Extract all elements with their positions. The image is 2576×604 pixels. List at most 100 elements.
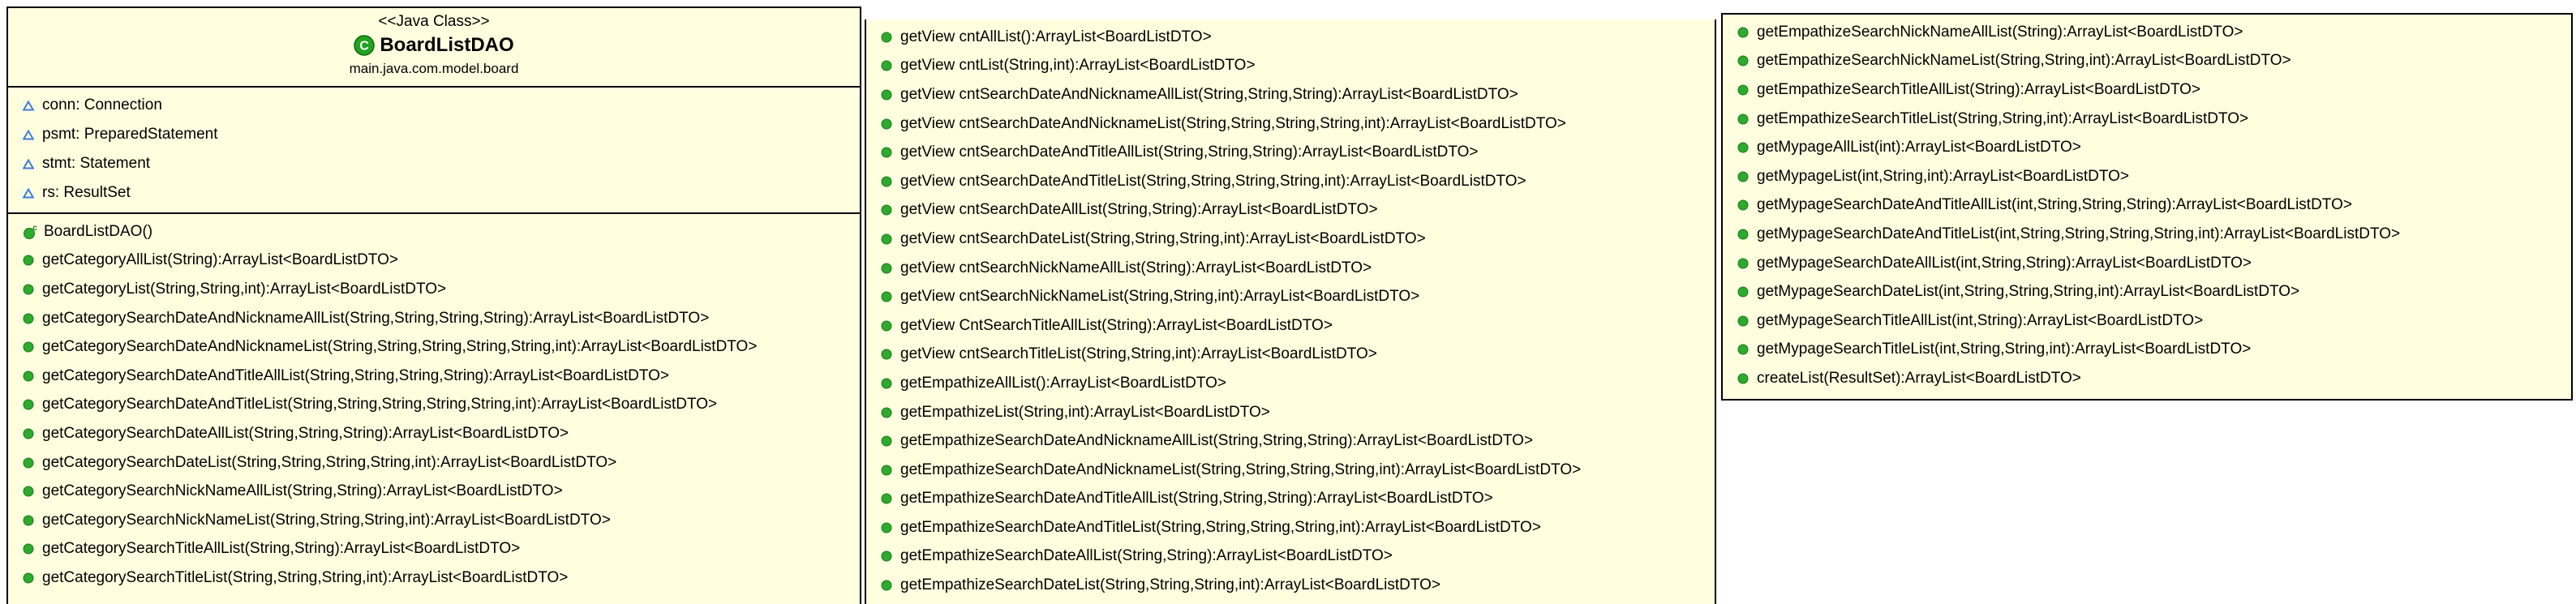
- method-row: getEmpathizeSearchDateAndNicknameAllList…: [866, 426, 1715, 456]
- method-row: getMypageSearchDateAndTitleAllList(int,S…: [1723, 191, 2571, 221]
- method-signature: getEmpathizeList(String,int):ArrayList<B…: [900, 403, 1270, 421]
- method-signature: getMypageList(int,String,int):ArrayList<…: [1757, 167, 2130, 185]
- method-row: getMypageSearchDateAllList(int,String,St…: [1723, 249, 2571, 278]
- method-icon: [1737, 114, 1749, 125]
- method-signature: getView cntSearchDateAndTitleList(String…: [900, 172, 1526, 190]
- method-icon: [1737, 142, 1749, 153]
- method-signature: getView cntAllList():ArrayList<BoardList…: [900, 28, 1212, 45]
- method-row: createList(ResultSet):ArrayList<BoardLis…: [1723, 364, 2571, 393]
- method-signature: getView cntSearchDateAndNicknameList(Str…: [900, 114, 1566, 132]
- field-visibility-icon: [23, 158, 34, 169]
- method-signature: getCategorySearchDateList(String,String,…: [42, 453, 617, 471]
- method-signature: getCategorySearchDateAndNicknameList(Str…: [42, 338, 758, 356]
- fields-section: conn: Connection psmt: PreparedStatement s…: [8, 88, 860, 214]
- method-signature: getMypageAllList(int):ArrayList<BoardLis…: [1757, 139, 2081, 156]
- method-icon: [881, 465, 892, 476]
- method-signature: getCategorySearchDateAndTitleAllList(Str…: [42, 366, 670, 384]
- method-signature: getView cntSearchDateAndNicknameAllList(…: [900, 85, 1518, 103]
- method-signature: createList(ResultSet):ArrayList<BoardLis…: [1757, 369, 2081, 387]
- method-icon: [881, 522, 892, 533]
- method-row: getEmpathizeAllList():ArrayList<BoardLis…: [866, 369, 1715, 398]
- method-icon: [881, 550, 892, 562]
- method-signature: getEmpathizeSearchDateAndNicknameList(St…: [900, 460, 1582, 478]
- method-signature: getMypageSearchTitleList(int,String,Stri…: [1757, 341, 2252, 358]
- method-icon: [23, 371, 34, 382]
- method-row: getMypageSearchDateList(int,String,Strin…: [1723, 277, 2571, 306]
- method-row: getView cntAllList():ArrayList<BoardList…: [866, 23, 1715, 52]
- method-icon: [23, 543, 34, 555]
- method-icon: [881, 89, 892, 101]
- method-icon: [881, 349, 892, 360]
- method-row: getCategoryList(String,String,int):Array…: [8, 275, 860, 304]
- method-signature: getView cntSearchTitleList(String,String…: [900, 345, 1377, 363]
- constructor-marker: c: [32, 224, 37, 233]
- methods-list-3: getEmpathizeSearchNickNameAllList(String…: [1723, 15, 2571, 398]
- method-row: getCategorySearchNickNameList(String,Str…: [8, 506, 860, 535]
- class-package: main.java.com.model.board: [349, 61, 519, 76]
- method-signature: getView cntSearchNickNameAllList(String)…: [900, 259, 1372, 276]
- method-icon: [23, 255, 34, 266]
- method-icon: [23, 284, 34, 295]
- method-row: getCategorySearchDateAndNicknameAllList(…: [8, 304, 860, 333]
- method-row: getEmpathizeSearchDateAndTitleAllList(St…: [866, 485, 1715, 514]
- method-icon: [881, 176, 892, 187]
- class-name: BoardListDAO: [380, 34, 514, 56]
- constructor-row: c BoardListDAO(): [8, 217, 860, 246]
- method-signature: getMypageSearchDateAllList(int,String,St…: [1757, 254, 2252, 272]
- field-signature: rs: ResultSet: [42, 184, 131, 201]
- method-row: getView cntSearchTitleList(String,String…: [866, 341, 1715, 370]
- method-icon: [1737, 171, 1749, 182]
- method-icon: [23, 313, 34, 324]
- method-signature: getCategoryAllList(String):ArrayList<Boa…: [42, 251, 398, 269]
- field-signature: psmt: PreparedStatement: [42, 126, 218, 143]
- method-signature: getEmpathizeSearchNickNameAllList(String…: [1757, 23, 2243, 41]
- method-row: getView cntSearchDateAndTitleAllList(Str…: [866, 138, 1715, 167]
- method-icon: [881, 291, 892, 302]
- method-icon: [1737, 258, 1749, 269]
- method-signature: getView cntSearchDateAllList(String,Stri…: [900, 201, 1378, 219]
- field-signature: conn: Connection: [42, 96, 162, 114]
- method-icon: [23, 486, 34, 497]
- method-signature: getEmpathizeSearchDateAndTitleAllList(St…: [900, 490, 1493, 508]
- method-signature: getCategorySearchDateAllList(String,Stri…: [42, 424, 569, 442]
- method-signature: getEmpathizeSearchDateAllList(String,Str…: [900, 547, 1393, 565]
- class-header: <<Java Class>> C BoardListDAO main.java.…: [8, 8, 860, 88]
- method-icon: [1737, 229, 1749, 240]
- method-icon: [1737, 199, 1749, 211]
- methods-list-1: getCategoryAllList(String):ArrayList<Boa…: [8, 246, 860, 593]
- method-signature: getCategorySearchDateAndNicknameAllList(…: [42, 309, 710, 327]
- constructor-signature: BoardListDAO(): [44, 222, 153, 240]
- method-signature: getCategorySearchNickNameList(String,Str…: [42, 511, 611, 529]
- method-row: getView cntSearchNickNameAllList(String)…: [866, 254, 1715, 283]
- method-row: getView CntSearchTitleAllList(String):Ar…: [866, 311, 1715, 341]
- method-signature: getView CntSearchTitleAllList(String):Ar…: [900, 316, 1333, 334]
- method-signature: getEmpathizeSearchTitleList(String,Strin…: [1757, 109, 2249, 127]
- method-row: getView cntList(String,int):ArrayList<Bo…: [866, 52, 1715, 81]
- method-row: getCategorySearchDateAndTitleAllList(Str…: [8, 362, 860, 391]
- method-icon: [881, 204, 892, 216]
- method-signature: getEmpathizeSearchDateAndTitleList(Strin…: [900, 518, 1541, 536]
- method-signature: getCategoryList(String,String,int):Array…: [42, 280, 447, 298]
- method-row: getEmpathizeSearchNickNameAllList(String…: [1723, 18, 2571, 47]
- method-row: getEmpathizeList(String,int):ArrayList<B…: [866, 398, 1715, 427]
- method-icon: [23, 428, 34, 439]
- field-visibility-icon: [23, 187, 34, 198]
- field-visibility-icon: [23, 129, 34, 139]
- method-icon: [1737, 55, 1749, 66]
- method-icon: [881, 407, 892, 418]
- method-signature: getEmpathizeSearchDateList(String,String…: [900, 576, 1441, 594]
- method-row: getCategorySearchDateAndNicknameList(Str…: [8, 332, 860, 362]
- method-icon: [881, 320, 892, 332]
- method-signature: getMypageSearchDateList(int,String,Strin…: [1757, 283, 2300, 301]
- class-stereotype: <<Java Class>>: [378, 13, 490, 30]
- method-icon: [881, 233, 892, 245]
- method-row: getView cntSearchDateAndNicknameList(Str…: [866, 109, 1715, 139]
- method-signature: getCategorySearchTitleAllList(String,Str…: [42, 540, 521, 558]
- class-box-part-1: <<Java Class>> C BoardListDAO main.java.…: [6, 6, 861, 604]
- field-row: conn: Connection: [8, 91, 860, 120]
- method-row: getEmpathizeSearchDateAllList(String,Str…: [866, 542, 1715, 572]
- method-row: getEmpathizeSearchDateList(String,String…: [866, 571, 1715, 600]
- method-icon: [1737, 373, 1749, 384]
- method-icon: [881, 60, 892, 71]
- method-signature: getEmpathizeAllList():ArrayList<BoardLis…: [900, 374, 1226, 392]
